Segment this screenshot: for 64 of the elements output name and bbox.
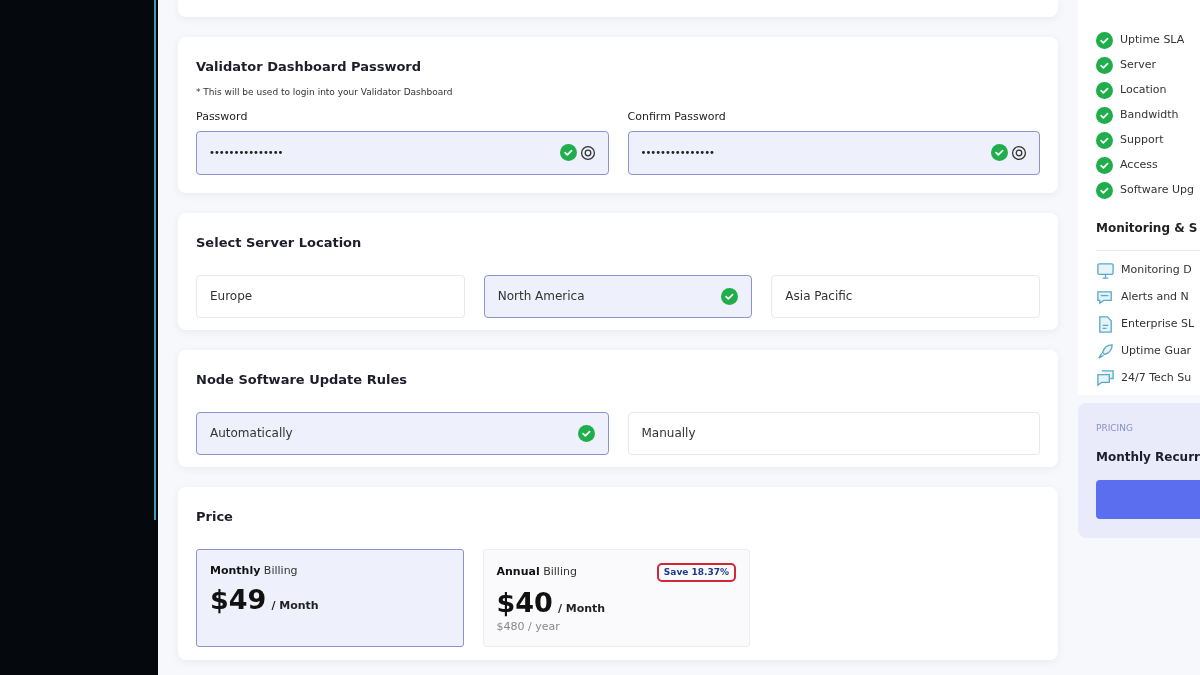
check-icon (1096, 157, 1113, 174)
eye-icon[interactable] (579, 144, 596, 161)
pricing-title: Monthly Recurr (1096, 448, 1200, 466)
check-icon (1096, 32, 1113, 49)
option-card[interactable]: Automatically (196, 411, 609, 455)
option-card[interactable]: Asia Pacific (771, 274, 1040, 318)
monitoring-item: Alerts and N (1121, 289, 1189, 306)
price-period: / Month (271, 598, 319, 614)
feature-item: Location (1120, 82, 1167, 99)
save-badge: Save 18.37% (656, 562, 736, 582)
option-label: Asia Pacific (785, 288, 853, 305)
check-icon (1096, 107, 1113, 124)
billing-option[interactable]: Annual Billing Save 18.37% $40 / Month $480 / year (482, 548, 750, 647)
section-title: Monitoring & S (1096, 220, 1199, 237)
action-button[interactable] (1096, 479, 1200, 519)
price-amount: $40 (496, 587, 553, 619)
password-value: ••••••••••••••• (640, 146, 715, 160)
price-amount: $49 (210, 584, 267, 616)
check-icon (1096, 57, 1113, 74)
option-label: Automatically (210, 425, 293, 442)
monitoring-item: Uptime Guar (1121, 343, 1192, 360)
monitoring-item: Monitoring D (1121, 262, 1192, 279)
option-label: Europe (210, 288, 253, 305)
check-icon (577, 424, 595, 442)
section-title: Node Software Update Rules (196, 371, 408, 389)
note-text: * This will be used to login into your Validator Dashboard (196, 85, 454, 99)
check-icon (721, 287, 739, 305)
document-icon (1096, 315, 1115, 334)
billing-option[interactable]: Monthly Billing $49 / Month (196, 548, 464, 647)
message-icon (1096, 288, 1115, 307)
feature-item: Bandwidth (1120, 107, 1179, 124)
billing-name: Monthly Billing (210, 562, 298, 579)
password-field[interactable]: ••••••••••••••• (196, 130, 609, 175)
check-icon (1096, 182, 1113, 199)
check-icon (559, 144, 577, 161)
password-field[interactable]: ••••••••••••••• (627, 130, 1040, 175)
option-label: North America (497, 288, 585, 305)
option-card[interactable]: Manually (627, 411, 1040, 455)
option-card[interactable]: North America (483, 274, 753, 318)
check-icon (991, 144, 1008, 161)
billing-name: Annual Billing (496, 564, 577, 580)
field-label: Confirm Password (627, 109, 727, 125)
monitor-icon (1096, 261, 1115, 280)
option-card[interactable]: Europe (196, 274, 465, 318)
check-icon (1096, 132, 1113, 149)
field-label: Password (196, 109, 249, 125)
feature-item: Uptime SLA (1120, 32, 1185, 49)
feature-item: Server (1120, 57, 1157, 74)
section-title: Select Server Location (196, 234, 363, 252)
yearly-price: $480 / year (496, 619, 561, 635)
feature-item: Software Upg (1120, 182, 1194, 199)
eye-icon[interactable] (1011, 144, 1027, 161)
feature-item: Access (1120, 157, 1158, 174)
option-label: Manually (641, 425, 696, 442)
section-title: Validator Dashboard Password (196, 58, 423, 76)
monitoring-item: 24/7 Tech Su (1121, 370, 1192, 387)
check-icon (1096, 82, 1113, 99)
pricing-eyebrow: PRICING (1096, 422, 1134, 435)
chat-icon (1096, 369, 1115, 388)
monitoring-item: Enterprise SL (1121, 316, 1195, 333)
price-period: / Month (557, 601, 606, 617)
password-value: ••••••••••••••• (209, 146, 284, 160)
feature-item: Support (1120, 132, 1164, 149)
section-title: Price (196, 508, 234, 526)
